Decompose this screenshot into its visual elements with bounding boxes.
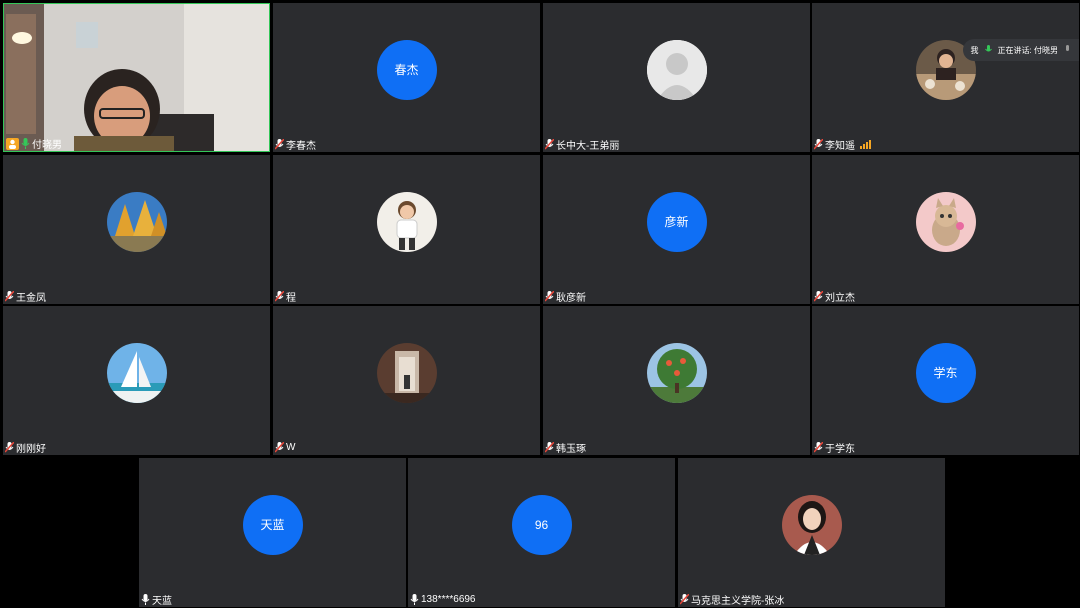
avatar: 96: [511, 494, 572, 555]
mic-muted-icon: [275, 442, 284, 453]
mic-muted-icon: [680, 594, 689, 605]
participant-tile[interactable]: 天蓝 天蓝: [139, 458, 406, 607]
participant-tile[interactable]: 韩玉琢: [543, 306, 810, 455]
participant-name-bar: W: [275, 441, 295, 454]
participant-name-bar: 程: [275, 290, 296, 304]
mic-muted-icon: [545, 442, 554, 453]
me-label: 我: [970, 45, 979, 55]
mic-icon: [1064, 44, 1071, 56]
default-avatar-icon: [646, 39, 707, 100]
mic-muted-icon: [814, 442, 823, 453]
avatar: [781, 494, 842, 555]
participant-name: 天蓝: [152, 596, 172, 607]
avatar: 学东: [915, 342, 976, 403]
avatar: [646, 342, 707, 403]
mic-on-icon: [984, 44, 992, 56]
mic-muted-icon: [275, 139, 284, 150]
participant-name-bar: 天蓝: [141, 593, 172, 607]
participant-tile[interactable]: 长中大-王弟丽: [543, 3, 810, 152]
host-video-feed: [4, 4, 269, 151]
avatar: 彦新: [646, 191, 707, 252]
participant-name-bar: 韩玉琢: [545, 441, 586, 455]
participant-tile[interactable]: 春杰 李春杰: [273, 3, 540, 152]
active-speaker-indicator: 我 正在讲话: 付晓男: [962, 39, 1079, 61]
mic-muted-icon: [814, 139, 823, 150]
participant-name-bar: 于学东: [814, 441, 855, 455]
participant-name: 138****6696: [421, 594, 476, 605]
participant-name-bar: 付晓男: [6, 137, 62, 151]
participant-tile[interactable]: W: [273, 306, 540, 455]
mic-muted-icon: [275, 291, 284, 302]
mic-muted-icon: [5, 291, 14, 302]
participant-name-bar: 138****6696: [410, 593, 476, 606]
speaking-text: 正在讲话: 付晓男: [997, 45, 1058, 55]
participant-tile[interactable]: 学东 于学东: [812, 306, 1079, 455]
participant-name: 李知遥: [825, 141, 855, 152]
participant-name: 程: [286, 293, 296, 304]
participant-name-bar: 马克思主义学院-张冰: [680, 593, 785, 607]
participant-name: 马克思主义学院-张冰: [691, 596, 785, 607]
network-signal-icon: [860, 140, 871, 149]
participant-name-bar: 长中大-王弟丽: [545, 138, 620, 152]
participant-name: 李春杰: [286, 141, 316, 152]
participant-name-bar: 刘立杰: [814, 290, 855, 304]
participant-tile[interactable]: 马克思主义学院-张冰: [678, 458, 945, 607]
participant-name-bar: 李春杰: [275, 138, 316, 152]
participant-tile[interactable]: 程: [273, 155, 540, 304]
avatar: 春杰: [376, 39, 437, 100]
participant-tile[interactable]: 刚刚好: [3, 306, 270, 455]
participant-tile-host[interactable]: 付晓男: [3, 3, 270, 152]
avatar: [376, 191, 437, 252]
participant-tile[interactable]: 我 正在讲话: 付晓男 李知遥: [812, 3, 1079, 152]
participant-tile[interactable]: 王金凤: [3, 155, 270, 304]
avatar: [106, 342, 167, 403]
avatar: [915, 191, 976, 252]
mic-icon: [410, 594, 419, 605]
participant-name-bar: 耿彦新: [545, 290, 586, 304]
participant-name: 付晓男: [32, 140, 62, 151]
participant-name: 于学东: [825, 444, 855, 455]
avatar: [376, 342, 437, 403]
participant-name: 耿彦新: [556, 293, 586, 304]
avatar: [106, 191, 167, 252]
participant-name: 长中大-王弟丽: [556, 141, 620, 152]
participant-tile[interactable]: 96 138****6696: [408, 458, 675, 607]
participant-name-bar: 刚刚好: [5, 441, 46, 455]
mic-icon: [141, 594, 150, 605]
participant-name: 刘立杰: [825, 293, 855, 304]
mic-on-icon: [21, 138, 30, 149]
participant-name: W: [286, 442, 296, 453]
mic-muted-icon: [5, 442, 14, 453]
participant-name: 刚刚好: [16, 444, 46, 455]
participant-tile[interactable]: 刘立杰: [812, 155, 1079, 304]
host-badge-icon: [6, 137, 19, 150]
participant-name-bar: 李知遥: [814, 138, 871, 152]
mic-muted-icon: [814, 291, 823, 302]
participant-name: 韩玉琢: [556, 444, 586, 455]
mic-muted-icon: [545, 139, 554, 150]
participant-name: 王金凤: [16, 293, 46, 304]
participant-name-bar: 王金凤: [5, 290, 46, 304]
mic-muted-icon: [545, 291, 554, 302]
participant-tile[interactable]: 彦新 耿彦新: [543, 155, 810, 304]
avatar: 天蓝: [242, 494, 303, 555]
